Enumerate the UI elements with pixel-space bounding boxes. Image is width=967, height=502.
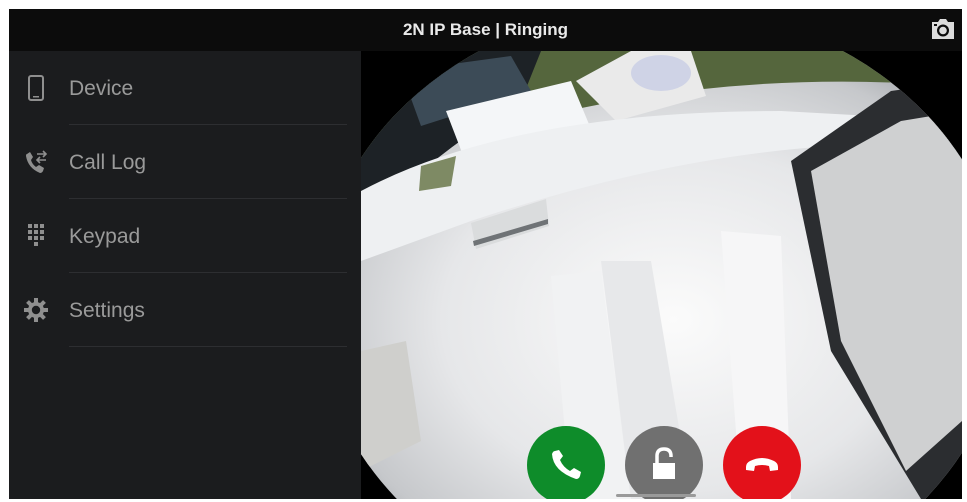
answer-call-button[interactable] (527, 426, 605, 499)
phone-device-icon (28, 75, 44, 101)
sidebar: Device Call Log Keypad Settings (9, 51, 361, 499)
gear-icon (24, 298, 48, 322)
sidebar-item-label: Call Log (69, 151, 147, 174)
keypad-icon (28, 224, 44, 246)
call-log-icon (26, 150, 48, 173)
camera-icon (932, 19, 954, 39)
sidebar-item-label: Keypad (69, 225, 141, 248)
unlock-door-button[interactable] (625, 426, 703, 499)
home-indicator (616, 494, 696, 497)
page-title: 2N IP Base | Ringing (402, 20, 569, 39)
sidebar-item-label: Settings (69, 299, 145, 322)
camera-feed[interactable] (361, 51, 962, 499)
phone-answer-icon (552, 450, 581, 479)
intercom-screen: 2N IP Base | Ringing Device Call Log Key… (9, 9, 962, 499)
sidebar-item-label: Device (69, 77, 134, 100)
hang-up-button[interactable] (723, 426, 801, 499)
sidebar-item-device[interactable]: Device (9, 51, 361, 125)
sidebar-item-settings[interactable]: Settings (9, 273, 361, 347)
snapshot-button[interactable] (930, 18, 956, 42)
padlock-open-icon (653, 447, 675, 479)
divider (69, 346, 347, 347)
sidebar-item-keypad[interactable]: Keypad (9, 199, 361, 273)
sidebar-item-call-log[interactable]: Call Log (9, 125, 361, 199)
title-bar: 2N IP Base | Ringing (9, 9, 962, 51)
phone-hangup-icon (746, 458, 778, 471)
